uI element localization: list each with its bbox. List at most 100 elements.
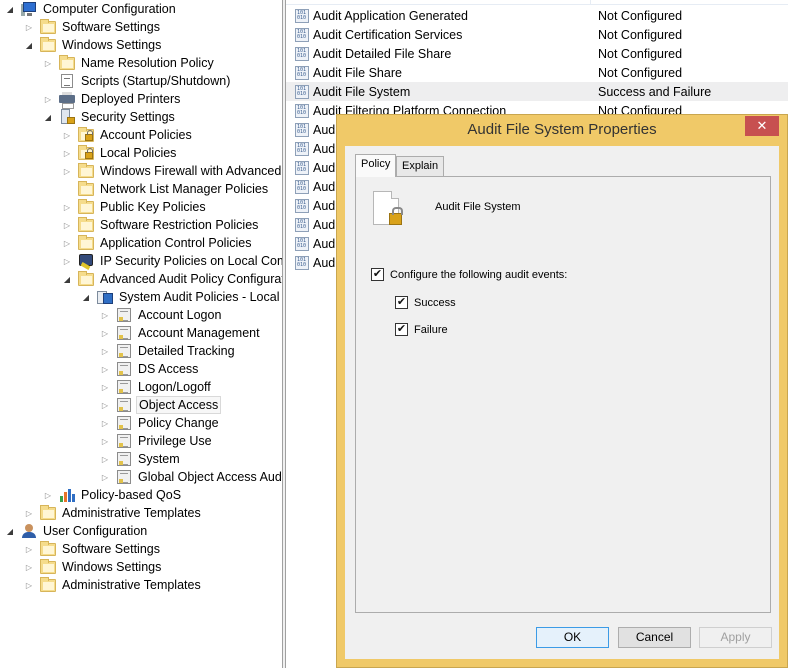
tree-item[interactable]: ▷ Administrative Templates (24, 504, 203, 522)
column-header-separator[interactable] (590, 0, 591, 5)
policy-row[interactable]: 101 010 Audit File Share Not Configured (286, 63, 788, 82)
cancel-button[interactable]: Cancel (618, 627, 691, 648)
folder-icon (40, 19, 56, 35)
tree-item[interactable]: Network List Manager Policies (62, 180, 270, 198)
collapse-arrow-icon[interactable]: ◢ (24, 40, 34, 50)
tree-item[interactable]: ▷ Account Logon (100, 306, 223, 324)
tree-item[interactable]: ▷ Detailed Tracking (100, 342, 237, 360)
policy-row[interactable]: 101 010 Audit Certification Services Not C… (286, 25, 788, 44)
expand-arrow-icon[interactable]: ▷ (100, 436, 110, 446)
policy-row[interactable]: 101 010 Audit File System Success and Fail… (286, 82, 788, 101)
expand-arrow-icon[interactable]: ▷ (24, 508, 34, 518)
tree-item-label: DS Access (138, 362, 199, 376)
tree-item[interactable]: ▷ Public Key Policies (62, 198, 208, 216)
expand-arrow-icon[interactable]: ▷ (24, 562, 34, 572)
expand-arrow-icon[interactable]: ▷ (24, 22, 34, 32)
collapse-arrow-icon[interactable]: ◢ (81, 292, 91, 302)
tree-item[interactable]: ▷ Administrative Templates (24, 576, 203, 594)
folder-icon (78, 235, 94, 251)
tree-item[interactable]: ▷ IP Security Policies on Local Compu (62, 252, 282, 270)
tree-item-label: Application Control Policies (100, 236, 252, 250)
policy-name-cell: Audit File System (313, 84, 411, 99)
tree-item-label: Administrative Templates (62, 578, 201, 592)
close-button[interactable]: ✕ (745, 116, 779, 136)
tree-item[interactable]: ▷ Deployed Printers (43, 90, 182, 109)
tree-item[interactable]: Scripts (Startup/Shutdown) (43, 72, 232, 90)
expand-arrow-icon[interactable]: ▷ (62, 256, 72, 266)
expand-arrow-icon[interactable]: ▷ (62, 220, 72, 230)
expand-arrow-icon[interactable]: ▷ (62, 148, 72, 158)
tree-item-label: Windows Firewall with Advanced Se (100, 164, 282, 178)
system-audit-policies-icon (97, 289, 113, 305)
tab-explain[interactable]: Explain (396, 156, 445, 177)
tree-item[interactable]: ▷ Privilege Use (100, 432, 214, 450)
checkbox-configure[interactable]: ✔ (371, 268, 384, 281)
tree-item[interactable]: ▷ Policy-based QoS (43, 486, 183, 504)
tree-item[interactable]: ▷ Object Access (100, 396, 222, 414)
tree-item[interactable]: ◢ Advanced Audit Policy Configuratio (62, 270, 282, 288)
expand-arrow-icon[interactable]: ▷ (24, 580, 34, 590)
policy-row[interactable]: 101 010 Audit Application Generated Not Co… (286, 6, 788, 25)
folder-icon (59, 55, 75, 71)
tree-item[interactable]: ▷ Application Control Policies (62, 234, 253, 252)
tree-item[interactable]: ◢ System Audit Policies - Local Gro (81, 288, 282, 306)
folder-icon (78, 271, 94, 287)
tree-item[interactable]: ▷ Name Resolution Policy (43, 54, 216, 72)
tree-item[interactable]: ▷ Local Policies (62, 144, 178, 162)
tree-item[interactable]: ▷ System (100, 450, 182, 468)
success-checkbox[interactable]: ✔ Success (395, 296, 456, 309)
collapse-arrow-icon[interactable]: ◢ (62, 274, 72, 284)
tree-item[interactable]: ▷ DS Access (100, 360, 200, 378)
expand-arrow-icon[interactable]: ▷ (100, 346, 110, 356)
locked-folder-icon (78, 145, 94, 161)
expand-arrow-icon[interactable]: ▷ (100, 400, 110, 410)
no-expander (62, 184, 72, 194)
tree-item[interactable]: ▷ Policy Change (100, 414, 221, 432)
ok-button[interactable]: OK (536, 627, 609, 648)
checkbox-failure[interactable]: ✔ (395, 323, 408, 336)
folder-icon (40, 577, 56, 593)
tree-item[interactable]: ▷ Account Management (100, 324, 262, 342)
expand-arrow-icon[interactable]: ▷ (43, 94, 53, 104)
apply-button[interactable]: Apply (699, 627, 772, 648)
tree-item[interactable]: ▷ Software Settings (24, 540, 162, 558)
failure-checkbox[interactable]: ✔ Failure (395, 323, 448, 336)
expand-arrow-icon[interactable]: ▷ (100, 472, 110, 482)
expand-arrow-icon[interactable]: ▷ (62, 202, 72, 212)
expand-arrow-icon[interactable]: ▷ (100, 328, 110, 338)
audit-category-icon (116, 379, 132, 395)
tree-item[interactable]: ▷ Windows Settings (24, 558, 163, 576)
tree-item[interactable]: ▷ Account Policies (62, 126, 194, 144)
audit-category-icon (116, 469, 132, 485)
tree-item[interactable]: ◢ Computer Configuration (5, 0, 178, 18)
expand-arrow-icon[interactable]: ▷ (62, 238, 72, 248)
expand-arrow-icon[interactable]: ▷ (100, 364, 110, 374)
tree-item-label: Policy-based QoS (81, 488, 182, 502)
audit-category-icon (116, 361, 132, 377)
expand-arrow-icon[interactable]: ▷ (100, 454, 110, 464)
collapse-arrow-icon[interactable]: ◢ (5, 526, 15, 536)
collapse-arrow-icon[interactable]: ◢ (43, 112, 53, 122)
expand-arrow-icon[interactable]: ▷ (100, 382, 110, 392)
policy-row[interactable]: 101 010 Audit Detailed File Share Not Conf… (286, 44, 788, 63)
checkbox-success[interactable]: ✔ (395, 296, 408, 309)
tree-item[interactable]: ▷ Global Object Access Auditin (100, 468, 282, 486)
audit-events-cell: Not Configured (598, 8, 683, 23)
tree-item[interactable]: ▷ Software Restriction Policies (62, 216, 260, 234)
configure-audit-events-checkbox[interactable]: ✔ Configure the following audit events: (371, 268, 567, 281)
expand-arrow-icon[interactable]: ▷ (62, 130, 72, 140)
tab-policy[interactable]: Policy (355, 154, 397, 177)
expand-arrow-icon[interactable]: ▷ (24, 544, 34, 554)
tree-item[interactable]: ▷ Software Settings (24, 18, 162, 36)
expand-arrow-icon[interactable]: ▷ (43, 58, 53, 68)
tree-item[interactable]: ◢ User Configuration (5, 522, 149, 540)
expand-arrow-icon[interactable]: ▷ (62, 166, 72, 176)
collapse-arrow-icon[interactable]: ◢ (5, 4, 15, 14)
tree-item[interactable]: ◢ Security Settings (43, 108, 177, 126)
expand-arrow-icon[interactable]: ▷ (100, 310, 110, 320)
expand-arrow-icon[interactable]: ▷ (43, 490, 53, 500)
tree-item[interactable]: ▷ Windows Firewall with Advanced Se (62, 162, 282, 180)
expand-arrow-icon[interactable]: ▷ (100, 418, 110, 428)
tree-item[interactable]: ◢ Windows Settings (24, 36, 163, 54)
tree-item[interactable]: ▷ Logon/Logoff (100, 378, 213, 396)
